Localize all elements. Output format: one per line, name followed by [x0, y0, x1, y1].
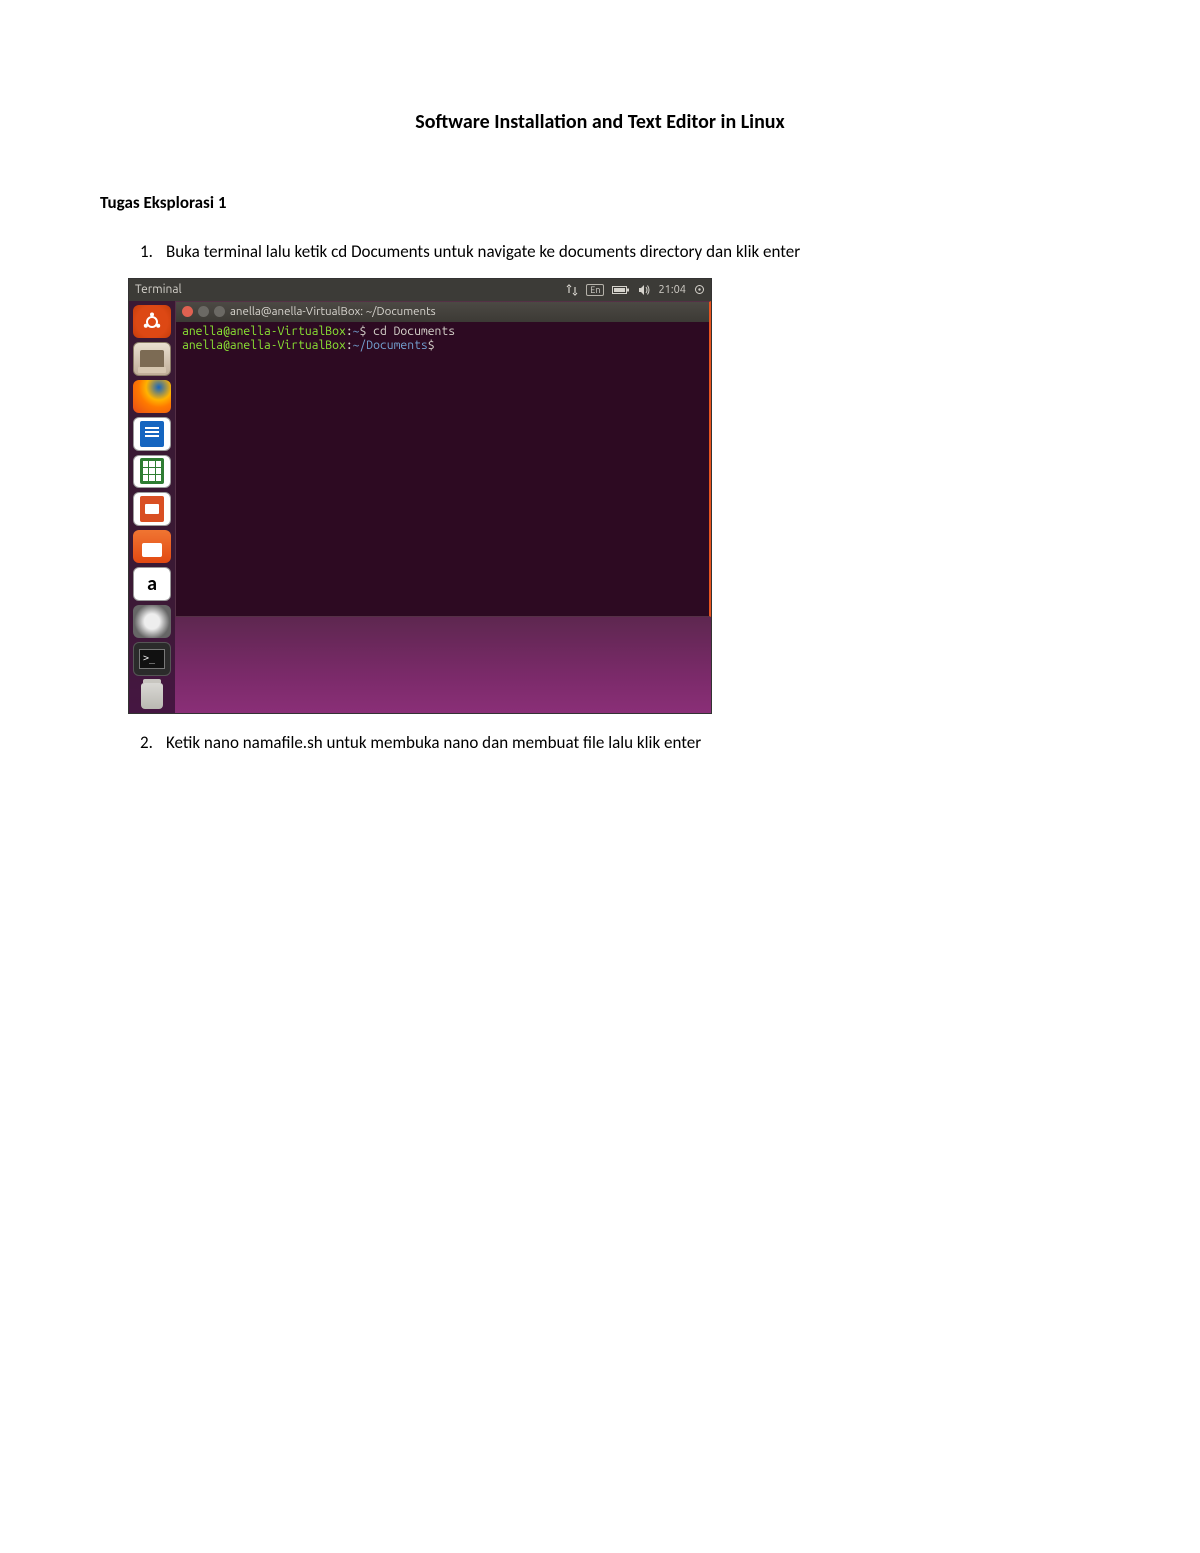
- doc-title: Software Installation and Text Editor in…: [100, 110, 1100, 134]
- volume-icon[interactable]: [638, 284, 650, 296]
- indicator-area: En 21:04: [566, 284, 705, 296]
- step-text: Ketik nano namafile.sh untuk membuka nan…: [166, 732, 1100, 755]
- maximize-icon[interactable]: [214, 306, 225, 317]
- desktop-wallpaper: [175, 617, 711, 713]
- prompt-dollar: $: [428, 339, 435, 352]
- minimize-icon[interactable]: [198, 306, 209, 317]
- prompt-path: ~/Documents: [353, 339, 428, 352]
- step-number: 2.: [140, 732, 166, 753]
- close-icon[interactable]: [182, 306, 193, 317]
- trash-icon[interactable]: [133, 680, 171, 713]
- terminal-window[interactable]: anella@anella-VirtualBox: ~/Documents an…: [175, 301, 711, 617]
- prompt-user: anella@anella-VirtualBox: [182, 325, 346, 338]
- disc-icon[interactable]: [133, 605, 171, 638]
- menubar: Terminal En 21:04: [129, 279, 711, 301]
- section-heading: Tugas Eksplorasi 1: [100, 192, 1100, 213]
- libreoffice-calc-icon[interactable]: [133, 455, 171, 489]
- active-app-name: Terminal: [135, 283, 182, 296]
- ubuntu-screenshot: Terminal En 21:04: [128, 278, 712, 714]
- step-item: 2. Ketik nano namafile.sh untuk membuka …: [140, 732, 1100, 755]
- libreoffice-impress-icon[interactable]: [133, 492, 171, 526]
- step-item: 1. Buka terminal lalu ketik cd Documents…: [140, 241, 1100, 264]
- terminal-title-text: anella@anella-VirtualBox: ~/Documents: [230, 305, 436, 318]
- terminal-line: anella@anella-VirtualBox:~$ cd Documents: [182, 325, 703, 339]
- battery-icon[interactable]: [612, 285, 630, 295]
- libreoffice-writer-icon[interactable]: [133, 417, 171, 451]
- network-icon[interactable]: [566, 284, 578, 296]
- prompt-user: anella@anella-VirtualBox: [182, 339, 346, 352]
- command-text: cd Documents: [366, 325, 455, 338]
- amazon-icon[interactable]: a: [133, 567, 171, 601]
- terminal-body[interactable]: anella@anella-VirtualBox:~$ cd Documents…: [176, 322, 709, 356]
- terminal-titlebar[interactable]: anella@anella-VirtualBox: ~/Documents: [176, 302, 709, 322]
- step-text: Buka terminal lalu ketik cd Documents un…: [166, 241, 1100, 264]
- step-number: 1.: [140, 241, 166, 262]
- files-icon[interactable]: [133, 342, 171, 376]
- settings-gear-icon[interactable]: [694, 284, 705, 295]
- step-list: 1. Buka terminal lalu ketik cd Documents…: [100, 241, 1100, 264]
- clock[interactable]: 21:04: [658, 284, 686, 296]
- dash-icon[interactable]: [133, 305, 171, 338]
- input-language-indicator[interactable]: En: [586, 284, 604, 296]
- unity-launcher: a >_: [129, 301, 175, 713]
- firefox-icon[interactable]: [133, 380, 171, 413]
- prompt-colon: :: [346, 325, 353, 338]
- prompt-colon: :: [346, 339, 353, 352]
- ubuntu-software-icon[interactable]: [133, 530, 171, 563]
- step-list-cont: 2. Ketik nano namafile.sh untuk membuka …: [100, 732, 1100, 755]
- terminal-launcher-icon[interactable]: >_: [133, 642, 171, 676]
- terminal-line: anella@anella-VirtualBox:~/Documents$: [182, 339, 703, 353]
